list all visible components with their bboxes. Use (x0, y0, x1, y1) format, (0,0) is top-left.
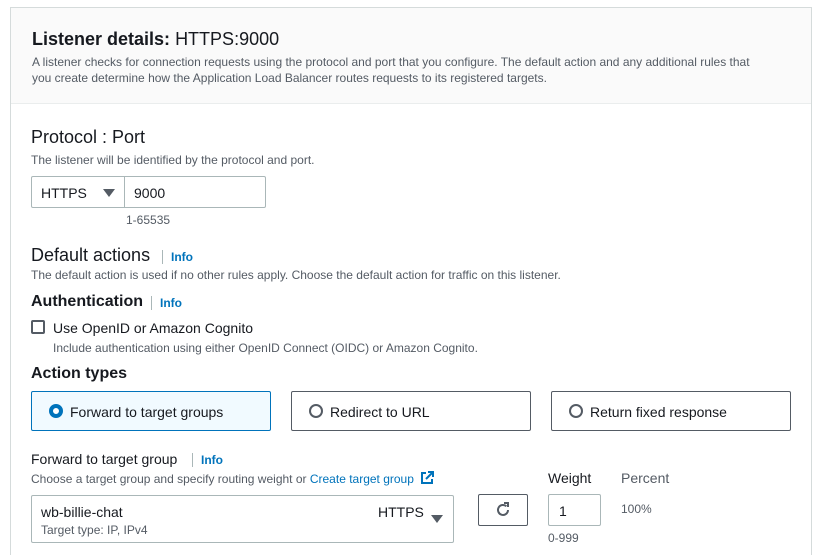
listener-description: A listener checks for connection request… (32, 55, 750, 85)
radio-forward[interactable] (49, 404, 63, 418)
weight-input[interactable]: 1 (548, 494, 601, 526)
openid-cognito-checkbox[interactable] (31, 320, 45, 334)
protocol-select-value: HTTPS (41, 185, 87, 201)
openid-cognito-description: Include authentication using either Open… (53, 341, 478, 355)
weight-hint: 0-999 (548, 531, 579, 545)
protocol-port-heading: Protocol : Port (31, 127, 146, 147)
action-type-redirect[interactable]: Redirect to URL (291, 391, 531, 431)
forward-info-link[interactable]: Info (201, 453, 223, 467)
port-input[interactable]: 9000 (124, 176, 266, 208)
action-type-fixed-response-label: Return fixed response (590, 404, 727, 420)
action-type-forward-label: Forward to target groups (70, 404, 224, 420)
percent-label: Percent (621, 470, 670, 486)
forward-description: Choose a target group and specify routin… (31, 471, 435, 486)
target-group-type: Target type: IP, IPv4 (41, 523, 148, 537)
divider (151, 296, 152, 310)
create-target-group-link[interactable]: Create target group (310, 472, 414, 486)
target-group-protocol: HTTPS (378, 504, 424, 520)
protocol-port-description: The listener will be identified by the p… (31, 153, 315, 167)
default-actions-heading: Default actions (31, 245, 151, 265)
panel-header: Listener details: HTTPS:9000 A listener … (11, 8, 811, 104)
refresh-button[interactable] (478, 494, 528, 526)
radio-fixed-response[interactable] (569, 404, 583, 418)
target-group-select[interactable]: wb-billie-chat Target type: IP, IPv4 HTT… (31, 495, 454, 543)
authentication-heading: Authentication (31, 293, 143, 310)
port-input-value: 9000 (134, 185, 166, 201)
port-hint: 1-65535 (126, 213, 171, 227)
refresh-icon (497, 502, 509, 516)
percent-value: 100% (621, 502, 652, 516)
action-type-fixed-response[interactable]: Return fixed response (551, 391, 791, 431)
default-actions-info-link[interactable]: Info (171, 250, 193, 264)
protocol-select[interactable]: HTTPS (31, 176, 125, 208)
target-group-name: wb-billie-chat (41, 504, 123, 520)
external-link-icon[interactable] (420, 471, 435, 485)
radio-redirect[interactable] (309, 404, 323, 418)
authentication-info-link[interactable]: Info (160, 296, 182, 310)
divider (162, 250, 163, 264)
listener-title-value: HTTPS:9000 (175, 29, 280, 49)
weight-input-value: 1 (559, 503, 567, 519)
openid-cognito-label[interactable]: Use OpenID or Amazon Cognito (53, 320, 253, 336)
weight-label: Weight (548, 470, 592, 486)
listener-title: Listener details: HTTPS:9000 (32, 29, 280, 49)
action-type-redirect-label: Redirect to URL (330, 404, 430, 420)
action-types-heading: Action types (31, 365, 128, 382)
forward-target-group-label: Forward to target group (31, 451, 178, 467)
default-actions-description: The default action is used if no other r… (31, 268, 561, 282)
action-type-forward[interactable]: Forward to target groups (31, 391, 271, 431)
divider (192, 453, 193, 467)
caret-down-icon (431, 515, 443, 523)
caret-down-icon (103, 189, 115, 197)
